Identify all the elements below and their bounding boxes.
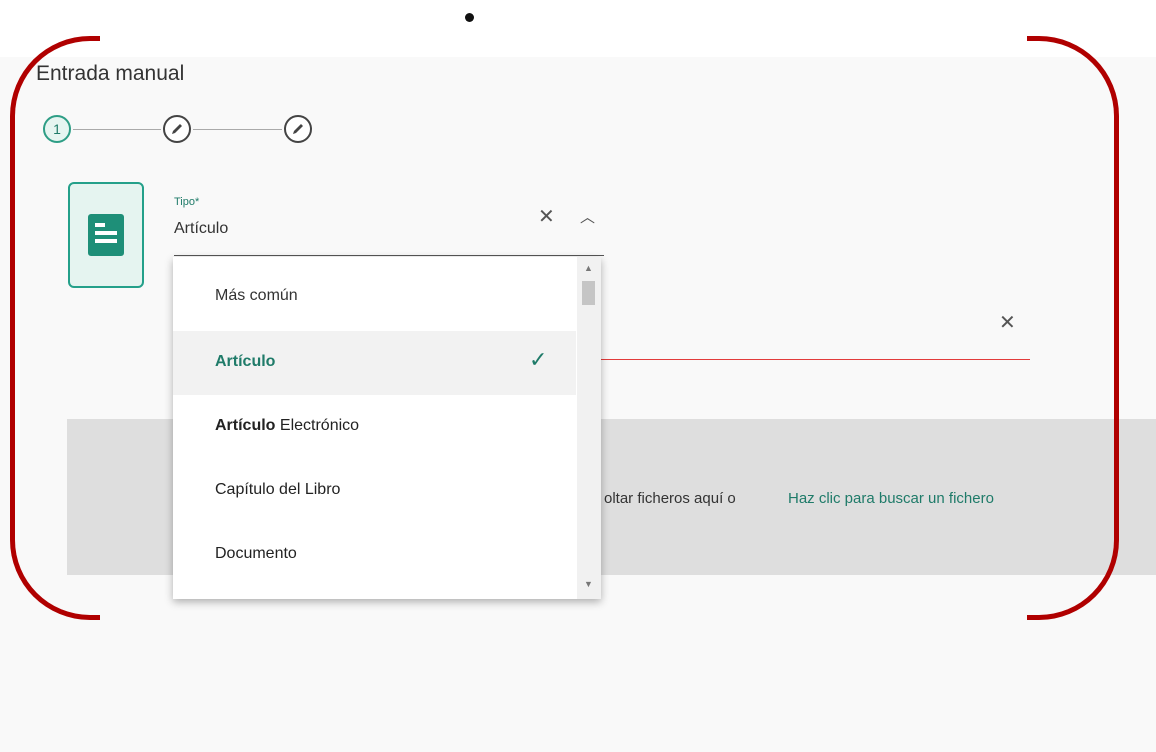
option-label: Capítulo del Libro: [215, 481, 341, 498]
option-label: Artículo: [215, 353, 276, 370]
scroll-down-icon[interactable]: ▼: [584, 579, 593, 589]
browse-file-link[interactable]: Haz clic para buscar un fichero: [788, 490, 994, 507]
dropdown-group-label: Más común: [215, 287, 298, 304]
option-label: Artículo Electrónico: [215, 417, 360, 434]
annotation-dot: [465, 13, 474, 22]
dropdown-option-articulo[interactable]: Artículo ✓: [173, 331, 576, 395]
scroll-up-icon[interactable]: ▲: [584, 263, 593, 273]
pencil-icon: [293, 124, 303, 134]
chevron-up-icon[interactable]: ︿: [580, 206, 595, 227]
close-icon[interactable]: ✕: [999, 310, 1016, 335]
type-dropdown-menu: Más común Artículo ✓ Artículo Electrónic…: [173, 257, 601, 599]
annotation-bracket-right: [1027, 36, 1119, 620]
field-underline-error: [600, 359, 1030, 360]
type-field-value: Artículo: [174, 220, 229, 237]
annotation-bracket-left: [10, 36, 100, 620]
check-icon: ✓: [529, 347, 548, 372]
step-connector: [193, 129, 282, 130]
dropdown-option-articulo-electronico[interactable]: Artículo Electrónico: [173, 395, 576, 459]
step-3[interactable]: [284, 115, 312, 143]
option-label: Documento: [215, 545, 297, 562]
pencil-icon: [172, 124, 182, 134]
dropzone-text: oltar ficheros aquí o: [604, 490, 736, 507]
type-field-label: Tipo*: [174, 196, 200, 208]
scrollbar-thumb[interactable]: [582, 281, 595, 305]
step-2[interactable]: [163, 115, 191, 143]
dropdown-option-capitulo-del-libro[interactable]: Capítulo del Libro: [173, 459, 576, 523]
dropdown-scrollbar[interactable]: ▲ ▼: [577, 257, 601, 599]
type-field-underline: [174, 255, 604, 256]
close-icon[interactable]: ✕: [538, 204, 555, 229]
dropdown-option-documento[interactable]: Documento: [173, 523, 576, 587]
